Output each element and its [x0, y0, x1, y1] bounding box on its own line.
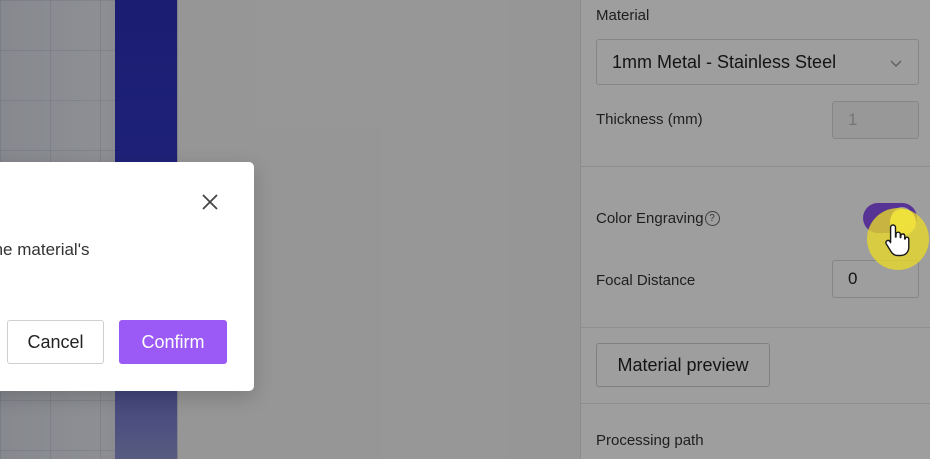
dialog-message-text: ording to the material's — [0, 240, 90, 259]
confirm-button[interactable]: Confirm — [119, 320, 227, 364]
cancel-button[interactable]: Cancel — [7, 320, 104, 364]
hand-pointer-icon — [885, 224, 910, 257]
close-icon[interactable] — [198, 190, 222, 214]
confirm-dialog: ording to the material's Cancel Confirm — [0, 162, 254, 391]
dialog-message: ording to the material's — [0, 240, 254, 260]
